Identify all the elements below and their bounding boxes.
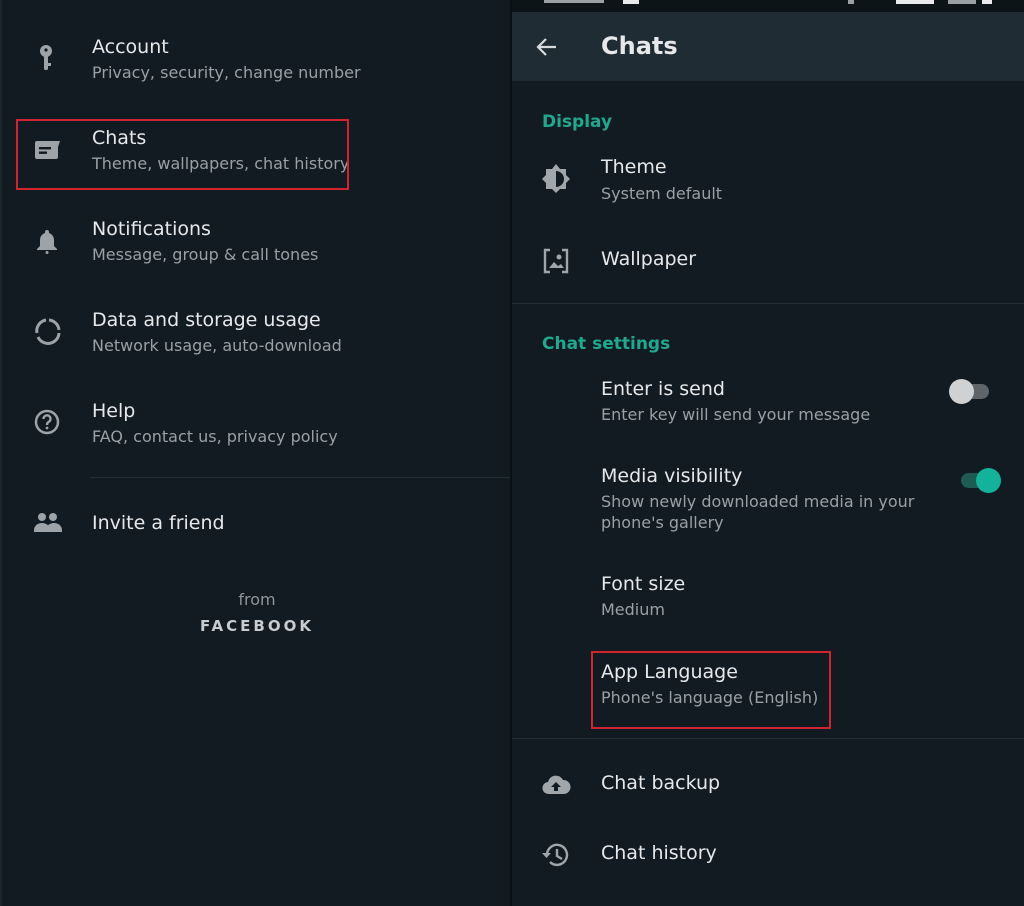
app-bar: Chats <box>512 12 1024 81</box>
page-title: Chats <box>601 32 678 60</box>
settings-item-title: Invite a friend <box>92 512 225 534</box>
enter-is-send-toggle[interactable] <box>949 378 993 404</box>
section-header-chat-settings: Chat settings <box>542 334 671 354</box>
settings-item-title: Chat backup <box>601 772 721 794</box>
wallpaper-icon <box>540 245 572 277</box>
settings-item-media-visibility[interactable]: Media visibility Show newly downloaded m… <box>512 452 1024 552</box>
settings-panel: Account Privacy, security, change number… <box>0 0 510 906</box>
status-signal-glyph <box>896 0 934 4</box>
settings-item-account[interactable]: Account Privacy, security, change number <box>2 20 510 100</box>
section-header-display: Display <box>542 112 613 132</box>
help-icon <box>32 406 64 438</box>
history-icon <box>540 839 572 871</box>
bell-icon <box>32 226 64 258</box>
status-notification-glyph <box>623 0 639 4</box>
settings-item-title: Help <box>92 400 136 422</box>
settings-item-subtitle: Network usage, auto-download <box>92 336 342 355</box>
status-bar <box>512 0 1024 12</box>
settings-item-title: Account <box>92 36 169 58</box>
highlight-box-app-language <box>591 651 831 729</box>
status-time-glyph <box>544 0 604 3</box>
settings-item-chat-history[interactable]: Chat history <box>512 822 1024 886</box>
divider <box>90 477 510 478</box>
settings-item-notifications[interactable]: Notifications Message, group & call tone… <box>2 202 510 282</box>
settings-item-wallpaper[interactable]: Wallpaper <box>512 228 1024 292</box>
settings-item-title: Wallpaper <box>601 248 697 270</box>
settings-item-title: Theme <box>601 156 667 178</box>
status-vibrate-glyph <box>848 0 854 4</box>
data-usage-icon <box>32 315 64 347</box>
highlight-box-chats <box>16 119 349 190</box>
settings-item-title: Font size <box>601 573 686 595</box>
chats-settings-panel: Chats Display Theme System default Wallp… <box>512 0 1024 906</box>
settings-item-invite-friend[interactable]: Invite a friend <box>2 495 510 555</box>
toggle-thumb <box>976 468 1001 493</box>
settings-item-subtitle: Privacy, security, change number <box>92 63 361 82</box>
settings-item-font-size[interactable]: Font size Medium <box>512 560 1024 640</box>
settings-item-subtitle: Enter key will send your message <box>601 405 871 424</box>
settings-item-subtitle: Message, group & call tones <box>92 245 319 264</box>
settings-item-title: Notifications <box>92 218 211 240</box>
status-battery-glyph <box>982 0 992 4</box>
settings-item-theme[interactable]: Theme System default <box>512 140 1024 220</box>
key-icon <box>32 42 64 74</box>
settings-item-subtitle: FAQ, contact us, privacy policy <box>92 427 338 446</box>
settings-item-subtitle: System default <box>601 184 723 203</box>
settings-item-enter-is-send[interactable]: Enter is send Enter key will send your m… <box>512 362 1024 442</box>
arrow-back-icon[interactable] <box>534 34 560 60</box>
settings-item-title: Media visibility <box>601 465 743 487</box>
footer-from-label: from <box>238 590 276 609</box>
people-icon <box>32 510 64 542</box>
divider <box>512 738 1024 739</box>
settings-item-title: Chat history <box>601 842 717 864</box>
settings-item-title: Data and storage usage <box>92 309 321 331</box>
status-battery-pct-glyph <box>948 0 976 4</box>
toggle-thumb <box>949 379 974 404</box>
footer-brand: FACEBOOK <box>200 617 314 635</box>
settings-item-chat-backup[interactable]: Chat backup <box>512 752 1024 816</box>
settings-item-data-storage[interactable]: Data and storage usage Network usage, au… <box>2 293 510 373</box>
cloud-upload-icon <box>540 769 572 801</box>
divider <box>512 303 1024 304</box>
settings-item-title: Enter is send <box>601 378 725 400</box>
settings-item-help[interactable]: Help FAQ, contact us, privacy policy <box>2 384 510 464</box>
theme-icon <box>540 162 572 194</box>
media-visibility-toggle[interactable] <box>957 467 1001 493</box>
settings-item-subtitle: Medium <box>601 600 665 619</box>
settings-item-subtitle: Show newly downloaded media in your phon… <box>601 492 915 532</box>
